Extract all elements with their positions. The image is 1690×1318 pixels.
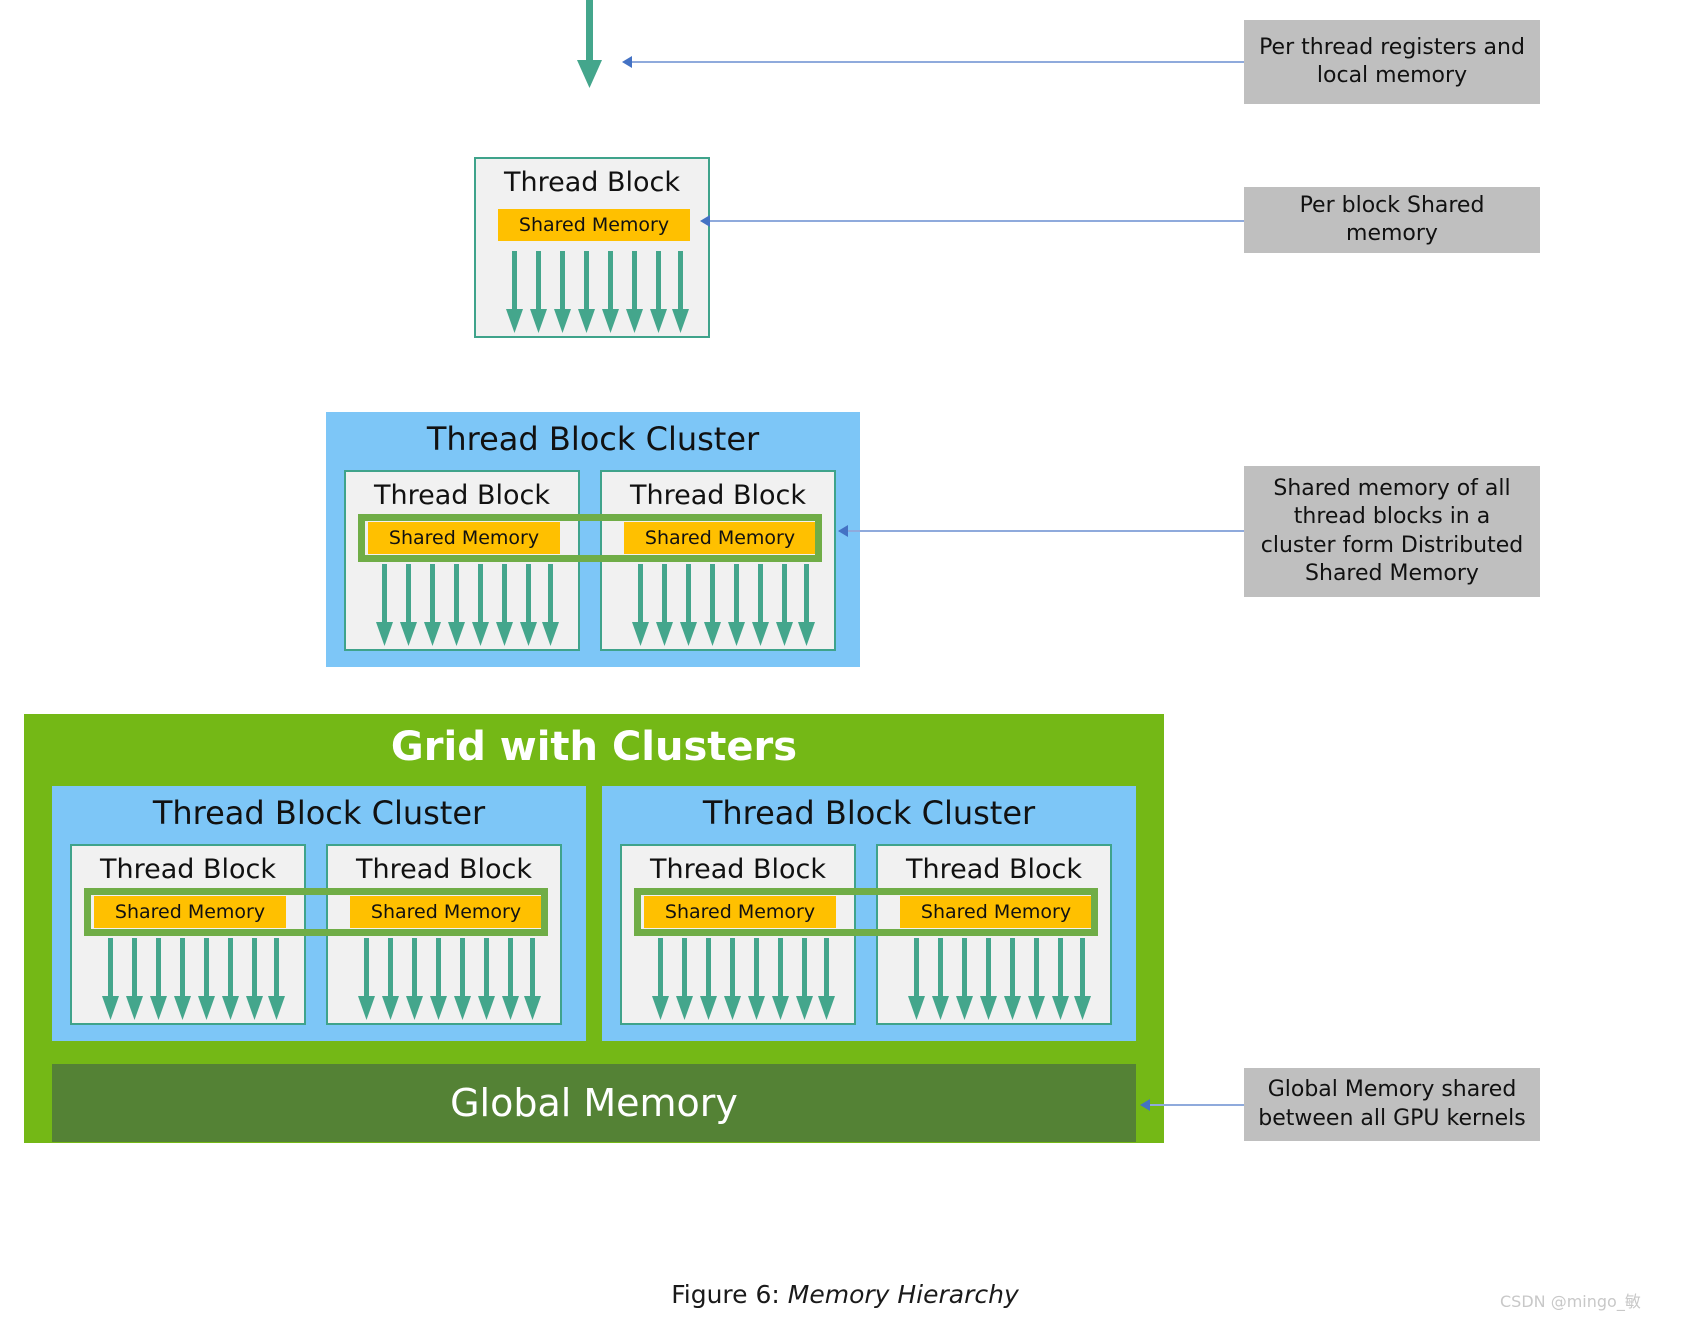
grid-with-clusters: Grid with Clusters Thread Block Cluster … (24, 714, 1164, 1143)
leader-line-per-block (710, 220, 1244, 222)
grid-title: Grid with Clusters (390, 724, 798, 770)
memory-hierarchy-diagram: Per thread registers and local memory Th… (0, 0, 1690, 1318)
cluster-title: Thread Block Cluster (702, 794, 1036, 832)
caption-title: Memory Hierarchy (787, 1280, 1019, 1309)
leader-arrowhead-distributed-shared (838, 525, 848, 537)
leader-arrowhead-per-block (700, 215, 710, 227)
callout-distributed-shared-memory: Shared memory of all thread blocks in a … (1244, 466, 1540, 597)
leader-line-distributed-shared (848, 530, 1244, 532)
caption-prefix: Figure 6: (671, 1280, 780, 1309)
cluster-title: Thread Block Cluster (426, 420, 760, 458)
callout-per-block-shared: Per block Shared memory (1244, 187, 1540, 253)
thread-block-title: Thread Block (355, 854, 532, 885)
leader-line-per-thread (632, 61, 1244, 63)
thread-arrows (358, 938, 541, 1020)
leader-arrowhead-per-thread (622, 56, 632, 68)
figure-caption: Figure 6: Memory Hierarchy (0, 1280, 1690, 1309)
thread-block-title: Thread Block (503, 167, 680, 198)
thread-block-level1: Thread Block Shared Memory (474, 157, 710, 338)
thread-block-title: Thread Block (649, 854, 826, 885)
thread-arrows (102, 938, 285, 1020)
distributed-shared-memory-outline (84, 888, 548, 936)
thread-block-title: Thread Block (99, 854, 276, 885)
thread-arrows (652, 938, 835, 1020)
callout-global-memory: Global Memory shared between all GPU ker… (1244, 1068, 1540, 1141)
thread-block-title: Thread Block (905, 854, 1082, 885)
thread-block-cluster-grid-left: Thread Block Cluster Thread Block Shared… (52, 786, 586, 1041)
thread-block-cluster-grid-right: Thread Block Cluster Thread Block Shared… (602, 786, 1136, 1041)
distributed-shared-memory-outline (358, 514, 822, 562)
leader-line-global-memory (1150, 1104, 1244, 1106)
thread-block-title: Thread Block (629, 480, 806, 511)
csdn-watermark: CSDN @mingo_敏 (1500, 1292, 1641, 1311)
thread-arrows (376, 564, 559, 646)
leader-arrowhead-global-memory (1140, 1099, 1150, 1111)
thread-arrows (632, 564, 815, 646)
shared-memory-bar: Shared Memory (498, 209, 690, 241)
per-thread-arrow (577, 0, 602, 88)
callout-per-thread-registers: Per thread registers and local memory (1244, 20, 1540, 104)
thread-arrows-level1 (506, 251, 689, 333)
distributed-shared-memory-outline (634, 888, 1098, 936)
cluster-title: Thread Block Cluster (152, 794, 486, 832)
thread-block-title: Thread Block (373, 480, 550, 511)
thread-arrows (908, 938, 1091, 1020)
global-memory-bar: Global Memory (52, 1064, 1136, 1142)
thread-block-cluster-level2: Thread Block Cluster Thread Block Shared… (326, 412, 860, 667)
